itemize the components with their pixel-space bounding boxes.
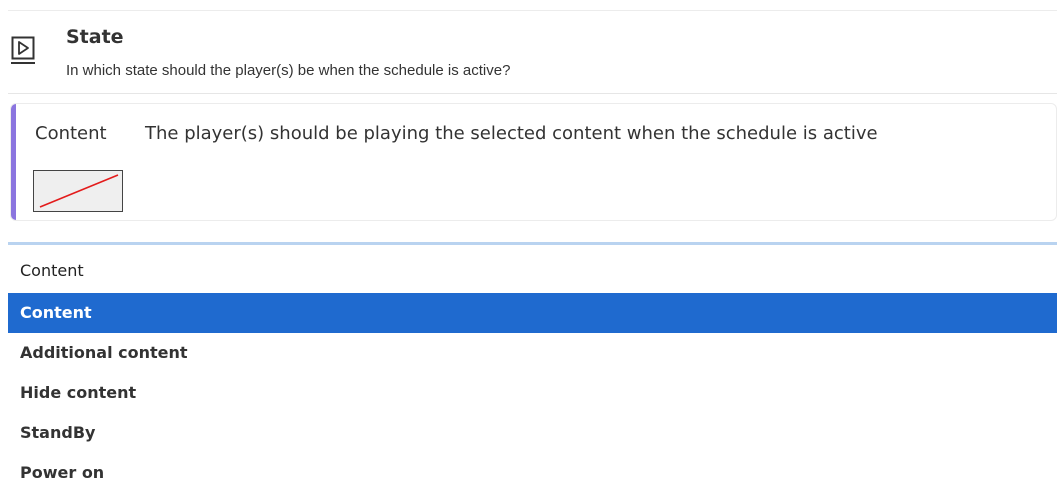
section-title: State [66,26,124,48]
state-dropdown-list: Content Additional content Hide content … [8,293,1057,493]
broken-image-icon [33,170,123,212]
state-section-header: State In which state should the player(s… [8,22,1057,86]
play-icon [11,36,38,66]
dropdown-option-power-on[interactable]: Power on [8,453,1057,493]
dropdown-option-standby[interactable]: StandBy [8,413,1057,453]
section-description: In which state should the player(s) be w… [66,62,511,79]
card-option-name: Content [35,123,107,144]
dropdown-option-content[interactable]: Content [8,293,1057,333]
top-divider [8,10,1057,11]
state-option-card[interactable]: Content The player(s) should be playing … [10,103,1057,221]
section-divider [8,93,1057,94]
select-current-value: Content [20,261,84,280]
card-option-description: The player(s) should be playing the sele… [145,123,878,144]
card-accent-bar [11,104,16,220]
dropdown-option-additional-content[interactable]: Additional content [8,333,1057,373]
state-select[interactable]: Content [8,242,1057,292]
dropdown-option-hide-content[interactable]: Hide content [8,373,1057,413]
